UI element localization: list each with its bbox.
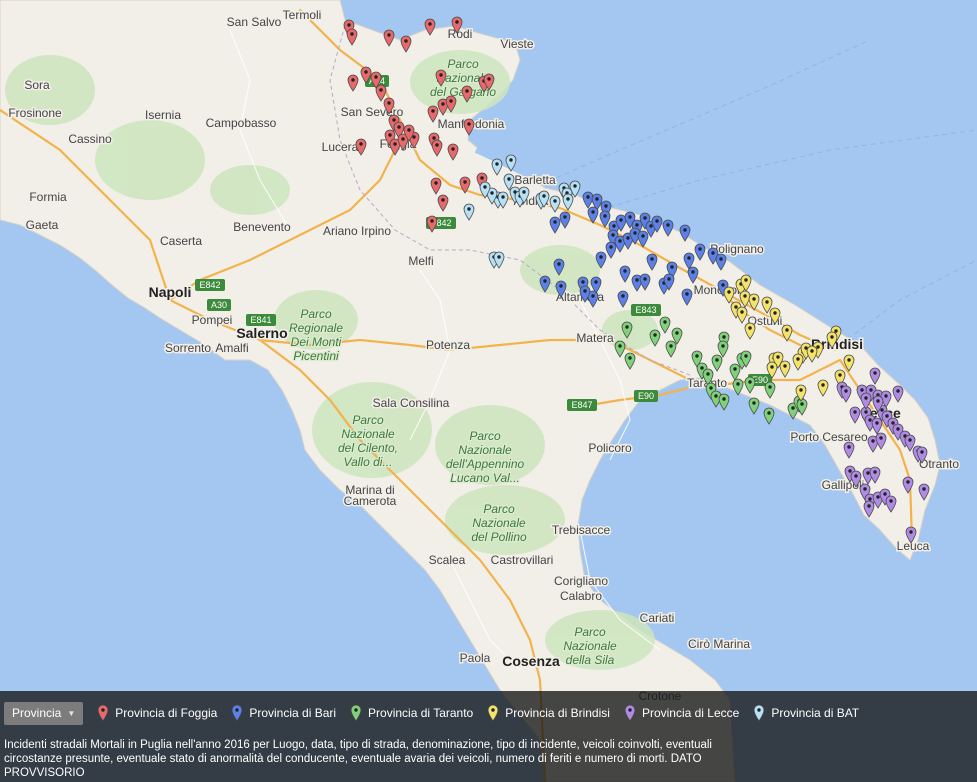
place-label: Camerota bbox=[344, 494, 397, 508]
place-label: Sala Consilina bbox=[373, 396, 450, 410]
park-label: della Sila bbox=[566, 653, 615, 667]
marker-icon bbox=[753, 704, 765, 722]
park-label: Nazionale bbox=[458, 443, 512, 457]
legend-item-label: Provincia di Bari bbox=[249, 706, 337, 720]
provincia-dropdown-label: Provincia bbox=[12, 705, 62, 720]
legend-item-label: Provincia di Taranto bbox=[368, 706, 474, 720]
place-label: Otranto bbox=[919, 457, 959, 471]
legend-item-bat[interactable]: Provincia di BAT bbox=[753, 704, 859, 722]
place-label: Isernia bbox=[145, 108, 181, 122]
place-label: Caserta bbox=[160, 234, 202, 248]
park-label: Parco bbox=[300, 307, 332, 321]
place-label: Porto Cesareo bbox=[790, 430, 868, 444]
park-label: Nazionale bbox=[563, 639, 617, 653]
marker-icon bbox=[624, 704, 636, 722]
place-label: Scalea bbox=[429, 553, 466, 567]
legend-item-label: Provincia di BAT bbox=[771, 706, 860, 720]
place-label: Policoro bbox=[588, 441, 632, 455]
park-label: Parco bbox=[574, 625, 606, 639]
park-label: Parco bbox=[483, 502, 515, 516]
place-label: Sorrento bbox=[165, 341, 211, 355]
legend-item-label: Provincia di Lecce bbox=[641, 706, 740, 720]
place-label: Rodi bbox=[448, 27, 473, 41]
legend-item-lecce[interactable]: Provincia di Lecce bbox=[624, 704, 739, 722]
place-label: Trebisacce bbox=[552, 523, 611, 537]
park-label: Dei Monti bbox=[291, 335, 342, 349]
legend-item-brindisi[interactable]: Provincia di Brindisi bbox=[487, 704, 610, 722]
place-label: Ariano Irpino bbox=[323, 224, 391, 238]
place-label: Campobasso bbox=[206, 116, 277, 130]
place-label: Cirò Marina bbox=[688, 637, 750, 651]
place-label: Calabro bbox=[560, 589, 602, 603]
provincia-dropdown[interactable]: Provincia ▼ bbox=[4, 701, 84, 725]
park-label: Regionale bbox=[289, 321, 343, 335]
place-label: Gaeta bbox=[26, 218, 59, 232]
road-shield: E842 bbox=[195, 279, 225, 291]
park-label: Vallo di... bbox=[344, 455, 393, 469]
marker-icon bbox=[487, 704, 499, 722]
place-label: Pompei bbox=[192, 313, 233, 327]
road-shield: E843 bbox=[631, 304, 661, 316]
park-label: Nazionale bbox=[341, 427, 395, 441]
place-label: Lucera bbox=[322, 140, 359, 154]
road-shield-label: A30 bbox=[211, 300, 227, 310]
place-label: San Salvo bbox=[227, 15, 282, 29]
road-shield: A30 bbox=[207, 299, 231, 311]
place-label: Barletta bbox=[514, 173, 556, 187]
legend-item-label: Provincia di Foggia bbox=[115, 706, 218, 720]
road-shield-label: E841 bbox=[250, 315, 271, 325]
road-shield: E847 bbox=[567, 399, 597, 411]
marker-icon bbox=[350, 704, 362, 722]
place-label: Polignano bbox=[710, 242, 764, 256]
place-label: Corigliano bbox=[554, 574, 608, 588]
place-label: Vieste bbox=[500, 37, 533, 51]
park-label: dell'Appennino bbox=[446, 457, 525, 471]
park-label: Parco bbox=[469, 429, 501, 443]
place-label: Cassino bbox=[68, 132, 112, 146]
place-label: Melfi bbox=[408, 254, 433, 268]
park-label: Picentini bbox=[293, 349, 339, 363]
place-label: Matera bbox=[576, 331, 614, 345]
place-label: Formia bbox=[29, 190, 67, 204]
map-description: Incidenti stradali Mortali in Puglia nel… bbox=[4, 739, 712, 779]
place-label: Termoli bbox=[283, 8, 322, 22]
place-label: Castrovillari bbox=[491, 553, 554, 567]
place-label: Benevento bbox=[233, 220, 291, 234]
park-label: Nazionale bbox=[472, 516, 526, 530]
chevron-down-icon: ▼ bbox=[67, 708, 76, 718]
place-label: Napoli bbox=[149, 284, 192, 300]
legend: Provincia ▼ Provincia di Foggia Provinci… bbox=[4, 701, 873, 725]
map-canvas[interactable]: E842E842A30E841E843E90E90E847A14 ParcoNa… bbox=[0, 0, 977, 782]
place-label: Potenza bbox=[426, 338, 470, 352]
road-shield-label: E842 bbox=[199, 280, 220, 290]
place-label: Cosenza bbox=[502, 653, 560, 669]
place-label: Amalfi bbox=[215, 341, 248, 355]
road-shield-label: E847 bbox=[571, 400, 592, 410]
park-label: del Cilento, bbox=[338, 441, 398, 455]
place-label: Leuca bbox=[897, 539, 930, 553]
legend-item-label: Provincia di Brindisi bbox=[505, 706, 610, 720]
place-label: Salerno bbox=[236, 325, 287, 341]
place-label: Frosinone bbox=[8, 106, 62, 120]
park-label: Parco bbox=[352, 413, 384, 427]
bottom-panel: Provincia ▼ Provincia di Foggia Provinci… bbox=[0, 691, 977, 782]
place-label: Paola bbox=[460, 651, 491, 665]
road-shield: E90 bbox=[634, 390, 658, 402]
legend-item-taranto[interactable]: Provincia di Taranto bbox=[350, 704, 473, 722]
place-label: Sora bbox=[24, 78, 50, 92]
place-label: Cariati bbox=[640, 611, 675, 625]
legend-item-foggia[interactable]: Provincia di Foggia bbox=[97, 704, 217, 722]
road-shield-label: E843 bbox=[635, 305, 656, 315]
park-label: Lucano Val... bbox=[450, 471, 520, 485]
marker-icon bbox=[231, 704, 243, 722]
park-label: Parco bbox=[447, 57, 479, 71]
legend-item-bari[interactable]: Provincia di Bari bbox=[231, 704, 336, 722]
marker-icon bbox=[97, 704, 109, 722]
park-label: del Pollino bbox=[471, 530, 527, 544]
road-shield-label: E90 bbox=[638, 391, 654, 401]
